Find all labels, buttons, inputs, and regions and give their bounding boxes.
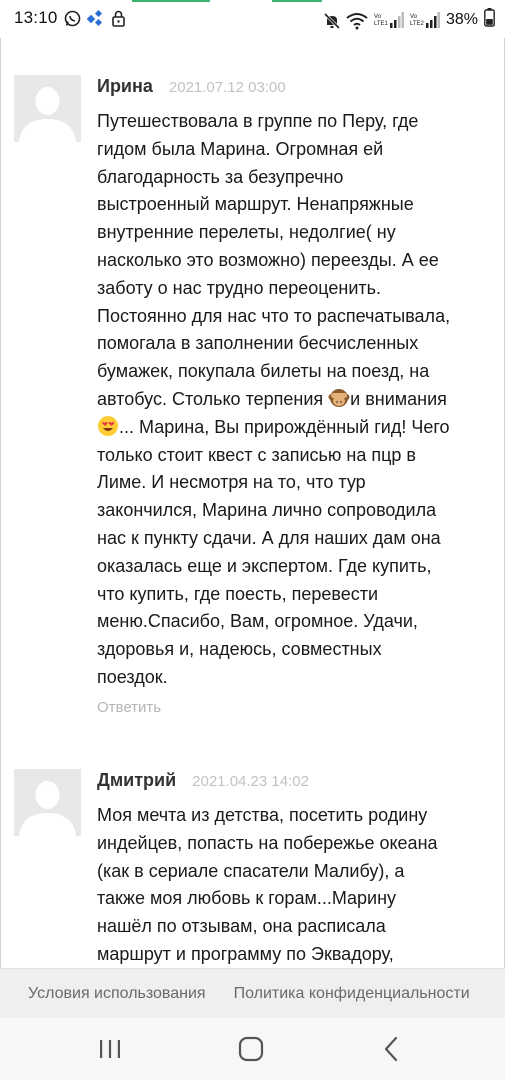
comment-text-part: ... Марина, Вы прирождённый гид! Чего то… xyxy=(97,416,450,687)
mute-icon xyxy=(323,12,341,29)
see-no-evil-monkey-emoji xyxy=(328,387,350,409)
comment-author: Ирина xyxy=(97,76,153,96)
frame-border xyxy=(0,38,1,968)
footer-bar: Условия использования Политика конфиденц… xyxy=(0,968,505,1018)
app-icon xyxy=(86,9,104,27)
comments-area[interactable]: Ирина 2021.07.12 03:00 Путешествовала в … xyxy=(0,38,505,968)
signal-icon: Vo LTE1 xyxy=(374,12,404,28)
back-icon[interactable] xyxy=(377,1034,407,1064)
network-label: Vo LTE1 xyxy=(373,14,388,27)
comment-author: Дмитрий xyxy=(97,770,177,790)
terms-link[interactable]: Условия использования xyxy=(28,985,206,1003)
comment-text-part: Путешествовала в группе по Перу, где гид… xyxy=(97,111,451,409)
comment-date: 2021.07.12 03:00 xyxy=(168,79,286,96)
network-label: Vo LTE2 xyxy=(409,14,424,27)
status-bar: 13:10 Vo LTE1 Vo LTE2 38% xyxy=(0,0,505,38)
battery-icon xyxy=(484,8,495,32)
status-accent xyxy=(132,0,210,2)
recent-apps-icon[interactable] xyxy=(95,1034,125,1064)
signal-icon: Vo LTE2 xyxy=(410,12,440,28)
heart-eyes-emoji xyxy=(97,415,119,437)
status-accent xyxy=(272,0,322,2)
comment-text: Моя мечта из детства, посетить родину ин… xyxy=(97,805,438,964)
lock-icon xyxy=(110,10,127,27)
reply-link[interactable]: Ответить xyxy=(97,699,492,716)
comment-date: 2021.04.23 14:02 xyxy=(192,773,309,790)
comment-text: Путешествовала в группе по Перу, где гид… xyxy=(97,108,492,692)
home-icon[interactable] xyxy=(236,1034,266,1064)
privacy-link[interactable]: Политика конфиденциальности xyxy=(234,985,470,1003)
whatsapp-icon xyxy=(64,10,81,27)
comment-text-part: и внимания xyxy=(350,388,447,409)
wifi-icon xyxy=(346,12,368,29)
status-time: 13:10 xyxy=(14,8,58,27)
battery-percent: 38% xyxy=(445,11,478,28)
navigation-bar xyxy=(0,1018,505,1080)
avatar xyxy=(14,75,81,142)
avatar xyxy=(14,769,81,836)
